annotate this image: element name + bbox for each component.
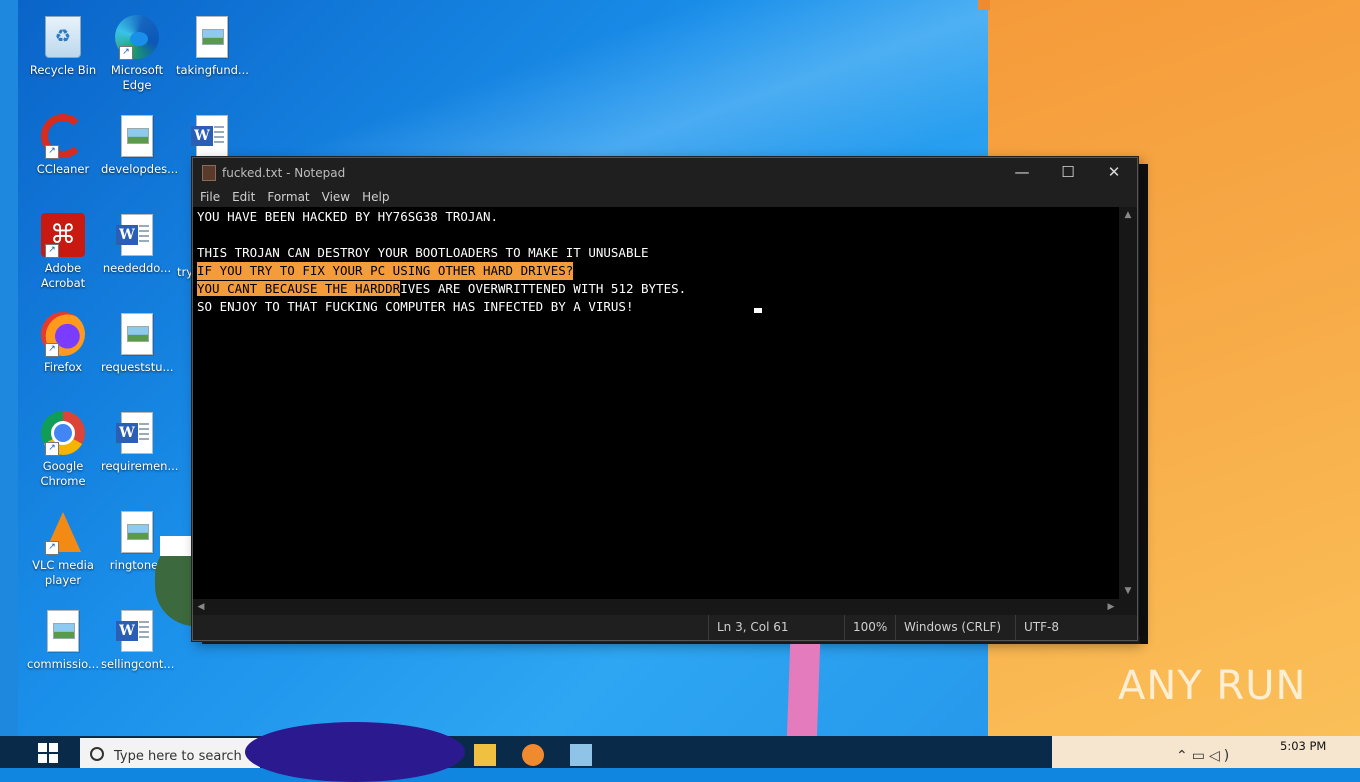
horizontal-scrollbar[interactable]: ◀ ▶ — [193, 599, 1119, 615]
recycle-bin-icon: ♻ — [45, 16, 81, 58]
image-file-icon — [47, 610, 79, 652]
desktop-icon-vlc[interactable]: ↗ VLC media player — [27, 509, 99, 588]
scroll-down-icon[interactable]: ▼ — [1119, 583, 1137, 599]
selected-text: YOU CANT BECAUSE THE HARDDR — [197, 281, 401, 296]
desktop-icon-commissio[interactable]: commissio... — [27, 608, 99, 672]
menu-bar: File Edit Format View Help — [193, 187, 1137, 207]
search-placeholder: Type here to search — [114, 749, 242, 764]
scroll-up-icon[interactable]: ▲ — [1119, 207, 1137, 223]
firefox-taskbar-icon[interactable] — [522, 744, 544, 766]
close-button[interactable]: ✕ — [1091, 158, 1137, 187]
taskbar-search[interactable]: Type here to search — [80, 738, 260, 768]
windows-logo-icon — [38, 743, 47, 752]
menu-view[interactable]: View — [316, 187, 356, 207]
close-icon: ✕ — [1107, 163, 1121, 181]
desktop-icon-microsoft-edge[interactable]: ↗ Microsoft Edge — [101, 14, 173, 93]
cursor-position: Ln 3, Col 61 — [708, 615, 837, 640]
text-line: THIS TROJAN CAN DESTROY YOUR BOOTLOADERS… — [197, 245, 649, 260]
glitch-strip — [978, 0, 990, 10]
selected-text-line: IF YOU TRY TO FIX YOUR PC USING OTHER HA… — [197, 262, 574, 280]
desktop-icon-ccleaner[interactable]: ↗ CCleaner — [27, 113, 99, 177]
notepad-icon — [202, 165, 216, 181]
minimize-icon: — — [1014, 163, 1030, 181]
shortcut-arrow-icon: ↗ — [45, 244, 59, 258]
mouse-cursor — [754, 308, 762, 313]
desktop-icon-requiremen[interactable]: W requiremen... — [101, 410, 178, 474]
text-segment: IVES ARE OVERWRITTENED WITH 512 BYTES. — [400, 281, 687, 296]
start-button[interactable] — [38, 743, 58, 763]
menu-file[interactable]: File — [193, 187, 226, 207]
file-explorer-icon[interactable] — [474, 744, 496, 766]
taskbar-app-icon[interactable] — [570, 744, 592, 766]
shortcut-arrow-icon: ↗ — [45, 145, 59, 159]
text-editor[interactable]: YOU HAVE BEEN HACKED BY HY76SG38 TROJAN.… — [193, 207, 1119, 599]
scroll-corner — [1119, 599, 1137, 615]
desktop-icon-requeststu[interactable]: requeststu... — [101, 311, 173, 375]
vertical-scrollbar[interactable]: ▲ ▼ — [1119, 207, 1137, 599]
menu-format[interactable]: Format — [261, 187, 315, 207]
text-line: YOU HAVE BEEN HACKED BY HY76SG38 TROJAN. — [197, 209, 499, 224]
desktop-icon-recycle-bin[interactable]: ♻ Recycle Bin — [27, 14, 99, 78]
shortcut-arrow-icon: ↗ — [119, 46, 133, 60]
maximize-button[interactable]: ☐ — [1045, 158, 1091, 187]
encoding: UTF-8 — [1015, 615, 1084, 640]
desktop-icon-google-chrome[interactable]: ↗ Google Chrome — [27, 410, 99, 489]
glitch-left-edge — [0, 0, 18, 768]
shortcut-arrow-icon: ↗ — [45, 442, 59, 456]
anyrun-watermark: ANY RUN — [1118, 663, 1307, 709]
shortcut-arrow-icon: ↗ — [45, 343, 59, 357]
title-bar[interactable]: fucked.txt - Notepad — ☐ ✕ — [193, 158, 1137, 187]
line-ending: Windows (CRLF) — [895, 615, 1004, 640]
word-document-icon: W — [116, 214, 153, 256]
desktop-icon-developdes[interactable]: developdes... — [101, 113, 178, 177]
image-file-icon — [121, 511, 153, 553]
desktop-icon-adobe-acrobat[interactable]: ⌘ ↗ Adobe Acrobat — [27, 212, 99, 291]
desktop-icon-neededdo[interactable]: W neededdo... — [101, 212, 173, 276]
window-title: fucked.txt - Notepad — [222, 166, 346, 180]
clock[interactable]: 5:03 PM — [1280, 739, 1326, 753]
search-icon — [90, 747, 104, 761]
word-document-icon: W — [191, 115, 228, 157]
text-line: YOU CANT BECAUSE THE HARDDRIVES ARE OVER… — [197, 280, 686, 298]
image-file-icon — [121, 115, 153, 157]
text-line: SO ENJOY TO THAT FUCKING COMPUTER HAS IN… — [197, 299, 634, 314]
system-tray-icons[interactable]: ⌃▭◁) — [1176, 748, 1233, 764]
desktop-icon-firefox[interactable]: ↗ Firefox — [27, 311, 99, 375]
glitch-artifact — [245, 722, 465, 782]
image-file-icon — [196, 16, 228, 58]
word-document-icon: W — [116, 610, 153, 652]
zoom-level: 100% — [844, 615, 893, 640]
glitch-artifact — [160, 536, 194, 556]
notepad-window[interactable]: fucked.txt - Notepad — ☐ ✕ File Edit Forma… — [192, 157, 1138, 641]
desktop-icon-sellingcont[interactable]: W sellingcont... — [101, 608, 174, 672]
scroll-left-icon[interactable]: ◀ — [193, 599, 209, 615]
image-file-icon — [121, 313, 153, 355]
desktop-icon-takingfund[interactable]: takingfund... — [176, 14, 249, 78]
status-bar: Ln 3, Col 61 100% Windows (CRLF) UTF-8 — [193, 615, 1137, 640]
minimize-button[interactable]: — — [999, 158, 1045, 187]
menu-edit[interactable]: Edit — [226, 187, 261, 207]
scroll-right-icon[interactable]: ▶ — [1103, 599, 1119, 615]
maximize-icon: ☐ — [1061, 163, 1075, 181]
menu-help[interactable]: Help — [356, 187, 395, 207]
shortcut-arrow-icon: ↗ — [45, 541, 59, 555]
word-document-icon: W — [116, 412, 153, 454]
